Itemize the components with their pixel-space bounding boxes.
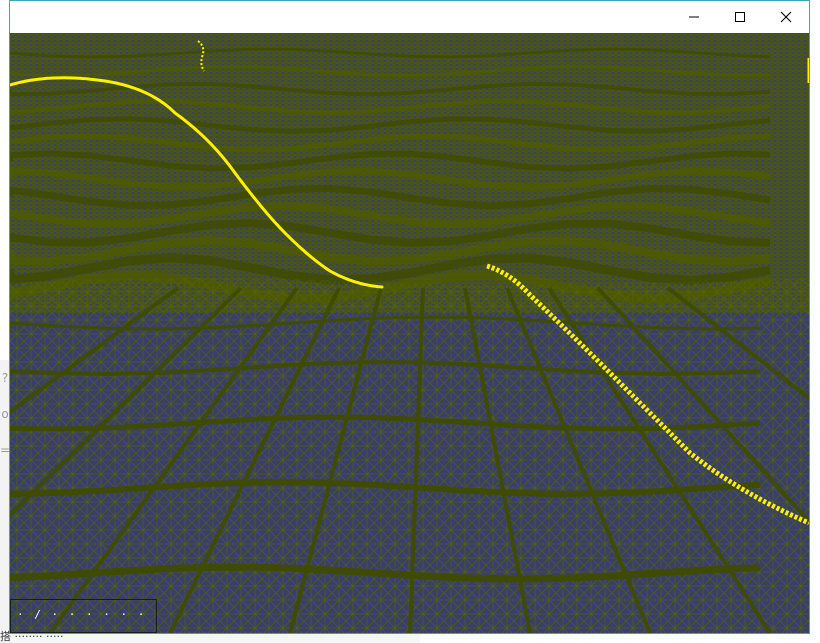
3d-viewport[interactable]: · / · · · · · · · · bbox=[10, 33, 809, 633]
close-icon bbox=[780, 11, 792, 23]
close-button[interactable] bbox=[763, 1, 809, 33]
title-bar[interactable] bbox=[10, 1, 809, 33]
overlay-info-box: · / · · · · · · · · bbox=[10, 599, 157, 633]
background-window-right-edge bbox=[810, 0, 820, 643]
app-window: · / · · · · · · · · bbox=[9, 0, 810, 634]
terrain-wireframe bbox=[10, 33, 809, 633]
minimize-button[interactable] bbox=[671, 1, 717, 33]
maximize-button[interactable] bbox=[717, 1, 763, 33]
minimize-icon bbox=[689, 16, 699, 18]
near-terrain-mesh bbox=[10, 278, 809, 633]
maximize-icon bbox=[735, 12, 745, 22]
